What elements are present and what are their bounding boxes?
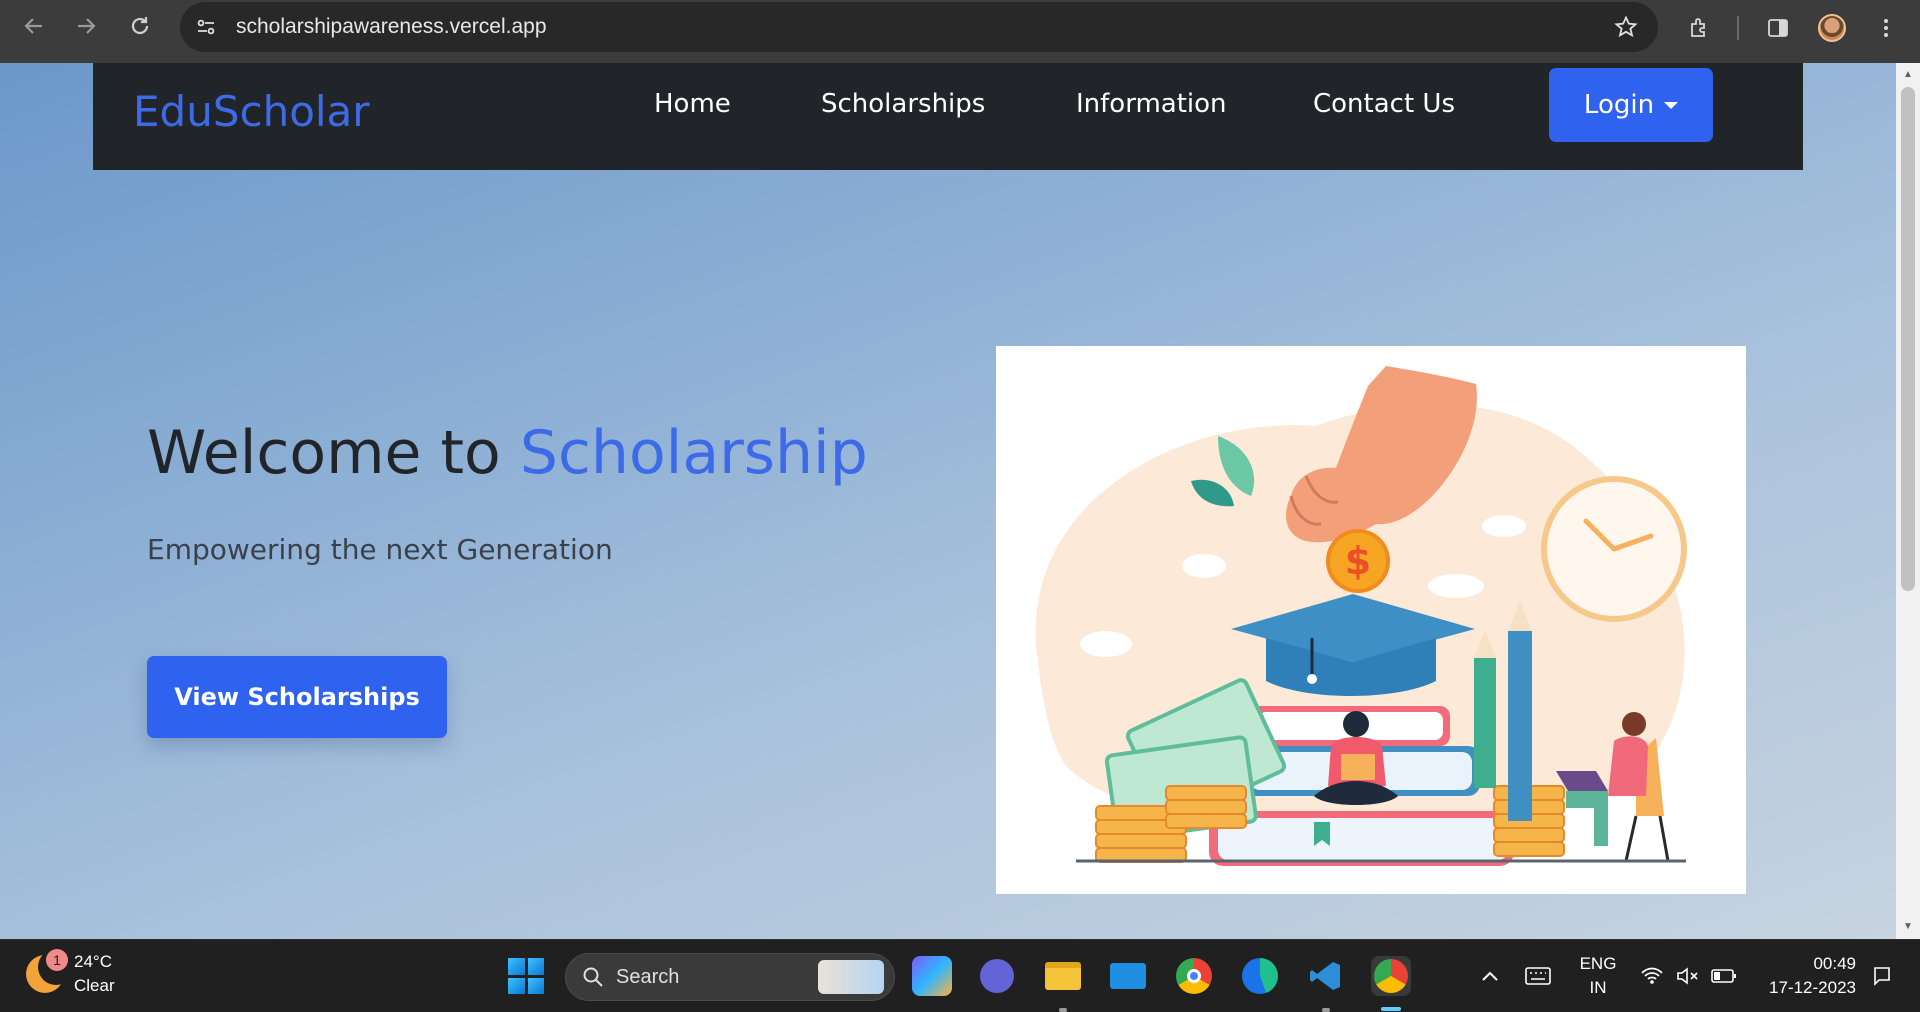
extensions-icon[interactable] bbox=[1680, 8, 1720, 48]
battery-icon[interactable] bbox=[1704, 956, 1744, 996]
nav-link-information[interactable]: Information bbox=[1076, 89, 1227, 119]
file-explorer-icon[interactable] bbox=[1043, 956, 1083, 996]
weather-widget[interactable]: 1 24°C Clear bbox=[26, 949, 115, 998]
weather-temp: 24°C bbox=[74, 952, 112, 971]
clock-time: 00:49 bbox=[1813, 954, 1856, 973]
active-app-indicator bbox=[1381, 1007, 1401, 1011]
brand-logo[interactable]: EduScholar bbox=[133, 87, 370, 136]
profile-avatar[interactable] bbox=[1812, 8, 1852, 48]
scroll-up-icon[interactable]: ▲ bbox=[1902, 69, 1914, 81]
language-line1: ENG bbox=[1579, 954, 1617, 973]
hero-title-accent: Scholarship bbox=[519, 418, 868, 488]
hero-title: Welcome to Scholarship bbox=[147, 418, 868, 488]
page-scrollbar[interactable]: ▲ ▼ bbox=[1896, 63, 1920, 939]
hero-subtitle: Empowering the next Generation bbox=[147, 533, 613, 566]
mail-icon[interactable] bbox=[1108, 956, 1148, 996]
language-indicator[interactable]: ENG IN bbox=[1578, 952, 1618, 1000]
scrollbar-thumb[interactable] bbox=[1901, 87, 1915, 591]
chevron-up-icon[interactable] bbox=[1470, 956, 1510, 996]
nav-link-contact[interactable]: Contact Us bbox=[1313, 89, 1455, 119]
forward-arrow-icon[interactable] bbox=[66, 6, 106, 46]
hero-title-prefix: Welcome to bbox=[147, 418, 501, 488]
language-line2: IN bbox=[1589, 978, 1607, 997]
copilot-icon[interactable] bbox=[912, 956, 952, 996]
clock-date: 17-12-2023 bbox=[1769, 978, 1856, 997]
notification-badge: 1 bbox=[46, 949, 68, 971]
hero-illustration: $ bbox=[996, 346, 1746, 894]
login-dropdown-button[interactable]: Login bbox=[1549, 68, 1713, 142]
search-highlight-icon bbox=[818, 960, 884, 994]
toolbar-divider bbox=[1737, 16, 1739, 40]
bookmark-star-icon[interactable] bbox=[1608, 9, 1644, 45]
running-indicator bbox=[1059, 1008, 1067, 1012]
clock[interactable]: 00:49 17-12-2023 bbox=[1752, 952, 1856, 1000]
svg-text:$: $ bbox=[1345, 539, 1371, 583]
more-menu-icon[interactable] bbox=[1866, 8, 1906, 48]
vscode-icon[interactable] bbox=[1306, 956, 1346, 996]
browser-toolbar: scholarshipawareness.vercel.app bbox=[0, 0, 1920, 63]
caret-down-icon bbox=[1664, 101, 1679, 109]
chrome-profile-icon[interactable] bbox=[1371, 956, 1411, 996]
login-label: Login bbox=[1583, 90, 1655, 120]
taskbar-search[interactable]: Search bbox=[565, 953, 895, 1001]
site-info-icon[interactable] bbox=[188, 9, 224, 45]
address-bar[interactable]: scholarshipawareness.vercel.app bbox=[180, 2, 1658, 52]
search-label: Search bbox=[616, 965, 680, 988]
back-arrow-icon[interactable] bbox=[14, 6, 54, 46]
chrome-icon[interactable] bbox=[1174, 956, 1214, 996]
keyboard-icon[interactable] bbox=[1518, 956, 1558, 996]
reload-icon[interactable] bbox=[120, 6, 160, 46]
nav-link-home[interactable]: Home bbox=[654, 89, 731, 119]
edge-icon[interactable] bbox=[1240, 956, 1280, 996]
page-viewport: EduScholar Home Scholarships Information… bbox=[0, 63, 1896, 939]
notification-center-icon[interactable] bbox=[1862, 956, 1902, 996]
scroll-down-icon[interactable]: ▼ bbox=[1902, 921, 1914, 933]
search-icon bbox=[583, 967, 603, 987]
url-text[interactable]: scholarshipawareness.vercel.app bbox=[236, 15, 547, 39]
teams-chat-icon[interactable] bbox=[977, 956, 1017, 996]
side-panel-icon[interactable] bbox=[1758, 8, 1798, 48]
volume-muted-icon[interactable] bbox=[1668, 956, 1708, 996]
site-navbar: EduScholar Home Scholarships Information… bbox=[93, 63, 1803, 170]
weather-condition: Clear bbox=[74, 976, 115, 995]
running-indicator bbox=[1322, 1008, 1330, 1012]
windows-start-icon[interactable] bbox=[508, 958, 544, 994]
windows-taskbar: 1 24°C Clear Search ENG IN 00:49 17-12-2… bbox=[0, 939, 1920, 1012]
nav-link-scholarships[interactable]: Scholarships bbox=[821, 89, 985, 119]
view-scholarships-button[interactable]: View Scholarships bbox=[147, 656, 447, 738]
wifi-icon[interactable] bbox=[1632, 956, 1672, 996]
